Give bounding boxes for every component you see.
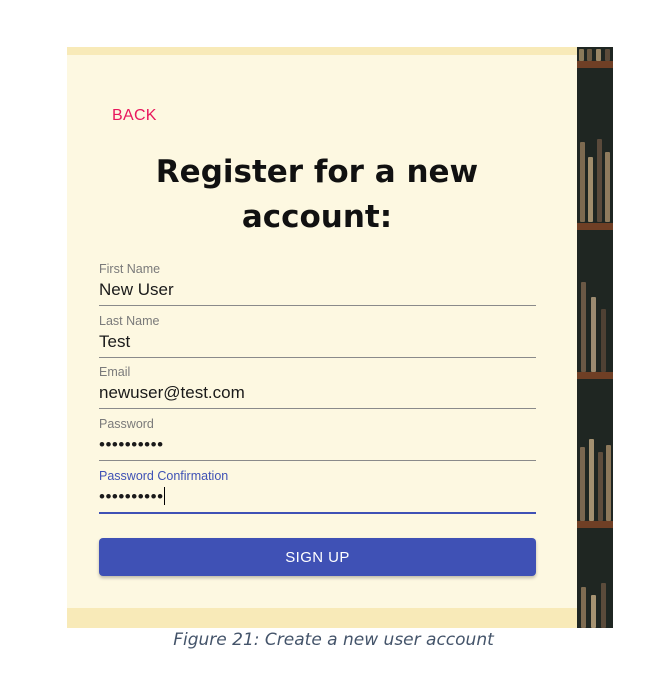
password-confirmation-label: Password Confirmation xyxy=(99,469,229,483)
book xyxy=(606,445,611,521)
book xyxy=(587,49,592,61)
password-confirmation-field[interactable]: Password Confirmation •••••••••• xyxy=(99,469,536,519)
book xyxy=(605,49,610,61)
text-caret xyxy=(163,487,165,505)
email-label: Email xyxy=(99,365,131,379)
password-underline xyxy=(99,460,536,461)
password-field[interactable]: Password •••••••••• xyxy=(99,417,536,467)
shelf-plank xyxy=(577,61,613,68)
password-confirmation-underline xyxy=(99,512,536,514)
book xyxy=(591,595,596,628)
first-name-label: First Name xyxy=(99,262,161,276)
back-button[interactable]: BACK xyxy=(112,107,157,125)
email-field[interactable]: Email newuser@test.com xyxy=(99,365,536,415)
book xyxy=(580,447,585,521)
book xyxy=(601,583,606,628)
book xyxy=(601,309,606,372)
book xyxy=(580,142,585,222)
first-name-input[interactable]: New User xyxy=(99,280,174,300)
book xyxy=(581,282,586,372)
email-input[interactable]: newuser@test.com xyxy=(99,383,245,403)
page-title: Register for a new account: xyxy=(127,150,507,240)
book xyxy=(596,49,601,61)
top-band xyxy=(67,47,577,55)
shelf-plank xyxy=(577,223,613,230)
book xyxy=(597,139,602,222)
book xyxy=(588,157,593,222)
title-line-2: account: xyxy=(241,199,393,235)
last-name-input[interactable]: Test xyxy=(99,332,130,352)
shelf-plank xyxy=(577,372,613,379)
first-name-underline xyxy=(99,305,536,306)
book xyxy=(581,587,586,628)
shelf-plank xyxy=(577,521,613,528)
password-label: Password xyxy=(99,417,154,431)
first-name-field[interactable]: First Name New User xyxy=(99,262,536,312)
book xyxy=(598,452,603,521)
last-name-label: Last Name xyxy=(99,314,160,328)
bookshelf-image xyxy=(577,47,613,628)
sign-up-button[interactable]: SIGN UP xyxy=(99,538,536,576)
book xyxy=(589,439,594,521)
bottom-band xyxy=(67,608,577,628)
last-name-field[interactable]: Last Name Test xyxy=(99,314,536,364)
title-line-1: Register for a new xyxy=(155,154,479,190)
email-underline xyxy=(99,408,536,409)
password-confirmation-value: •••••••••• xyxy=(99,487,164,506)
password-confirmation-input[interactable]: •••••••••• xyxy=(99,487,165,507)
book xyxy=(579,49,584,61)
figure-caption: Figure 21: Create a new user account xyxy=(173,630,494,650)
last-name-underline xyxy=(99,357,536,358)
password-input[interactable]: •••••••••• xyxy=(99,435,164,455)
registration-screen: BACK Register for a new account: First N… xyxy=(67,47,613,628)
book xyxy=(591,297,596,372)
book xyxy=(605,152,610,222)
